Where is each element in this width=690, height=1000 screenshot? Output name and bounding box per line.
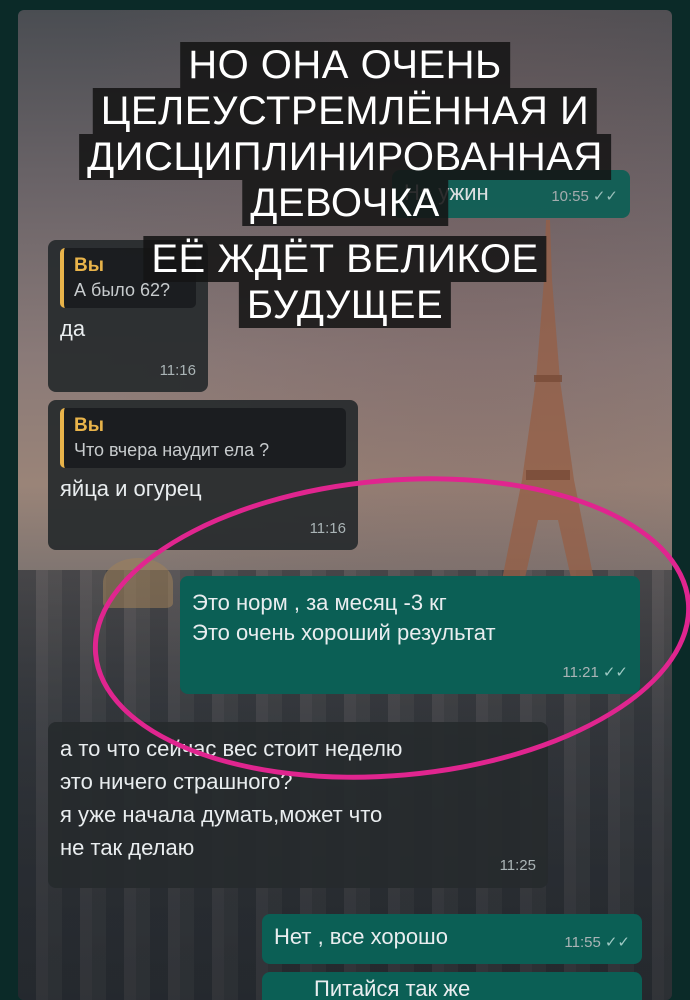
message-text: яйца и огурец — [60, 476, 202, 501]
title-line-4: ДЕВОЧКА — [242, 180, 448, 226]
message-time: 11:21 ✓✓ — [562, 664, 628, 681]
read-ticks-icon: ✓✓ — [592, 188, 618, 205]
title-line-6: БУДУЩЕЕ — [238, 282, 452, 328]
message-text-line: я уже начала думать,может что — [60, 802, 383, 827]
message-time: 11:16 — [309, 520, 346, 537]
message-time: 10:55 ✓✓ — [551, 188, 618, 205]
read-ticks-icon: ✓✓ — [604, 934, 630, 951]
message-text: Нет , все хорошо — [274, 924, 448, 949]
message-text: да — [60, 316, 86, 341]
read-ticks-icon: ✓✓ — [602, 664, 628, 681]
message-time: 11:55 ✓✓ — [564, 934, 630, 951]
message-text-line: а то что сейчас вес стоит неделю — [60, 736, 403, 761]
reply-text: Что вчера наудит ела ? — [74, 440, 270, 460]
reply-quote[interactable]: Вы Что вчера наудит ела ? — [60, 408, 346, 468]
message-time: 11:16 — [159, 362, 196, 379]
message-outgoing[interactable]: Нет , все хорошо 11:55 ✓✓ — [262, 914, 642, 964]
message-text-line: Это очень хороший результат — [192, 620, 496, 645]
message-outgoing[interactable]: Питайся так же — [262, 972, 642, 1000]
title-line-2: ЦЕЛЕУСТРЕМЛЁННАЯ И — [92, 88, 598, 134]
title-line-1: НО ОНА ОЧЕНЬ — [180, 42, 510, 88]
message-incoming[interactable]: Вы Что вчера наудит ела ? яйца и огурец … — [48, 400, 358, 550]
message-text-line: не так делаю — [60, 835, 195, 860]
dome-silhouette — [103, 558, 173, 608]
title-line-3: ДИСЦИПЛИНИРОВАННАЯ — [79, 134, 611, 180]
message-outgoing[interactable]: Это норм , за месяц -3 кг Это очень хоро… — [180, 576, 640, 694]
reply-author: Вы — [74, 415, 104, 436]
title-line-5: ЕЁ ЖДЁТ ВЕЛИКОЕ — [143, 236, 547, 282]
message-text: Питайся так же — [314, 976, 471, 1000]
message-text-line: Это норм , за месяц -3 кг — [192, 590, 447, 615]
message-text-line: это ничего страшного? — [60, 769, 293, 794]
message-incoming[interactable]: а то что сейчас вес стоит неделю это нич… — [48, 722, 548, 888]
message-time: 11:25 — [499, 857, 536, 874]
